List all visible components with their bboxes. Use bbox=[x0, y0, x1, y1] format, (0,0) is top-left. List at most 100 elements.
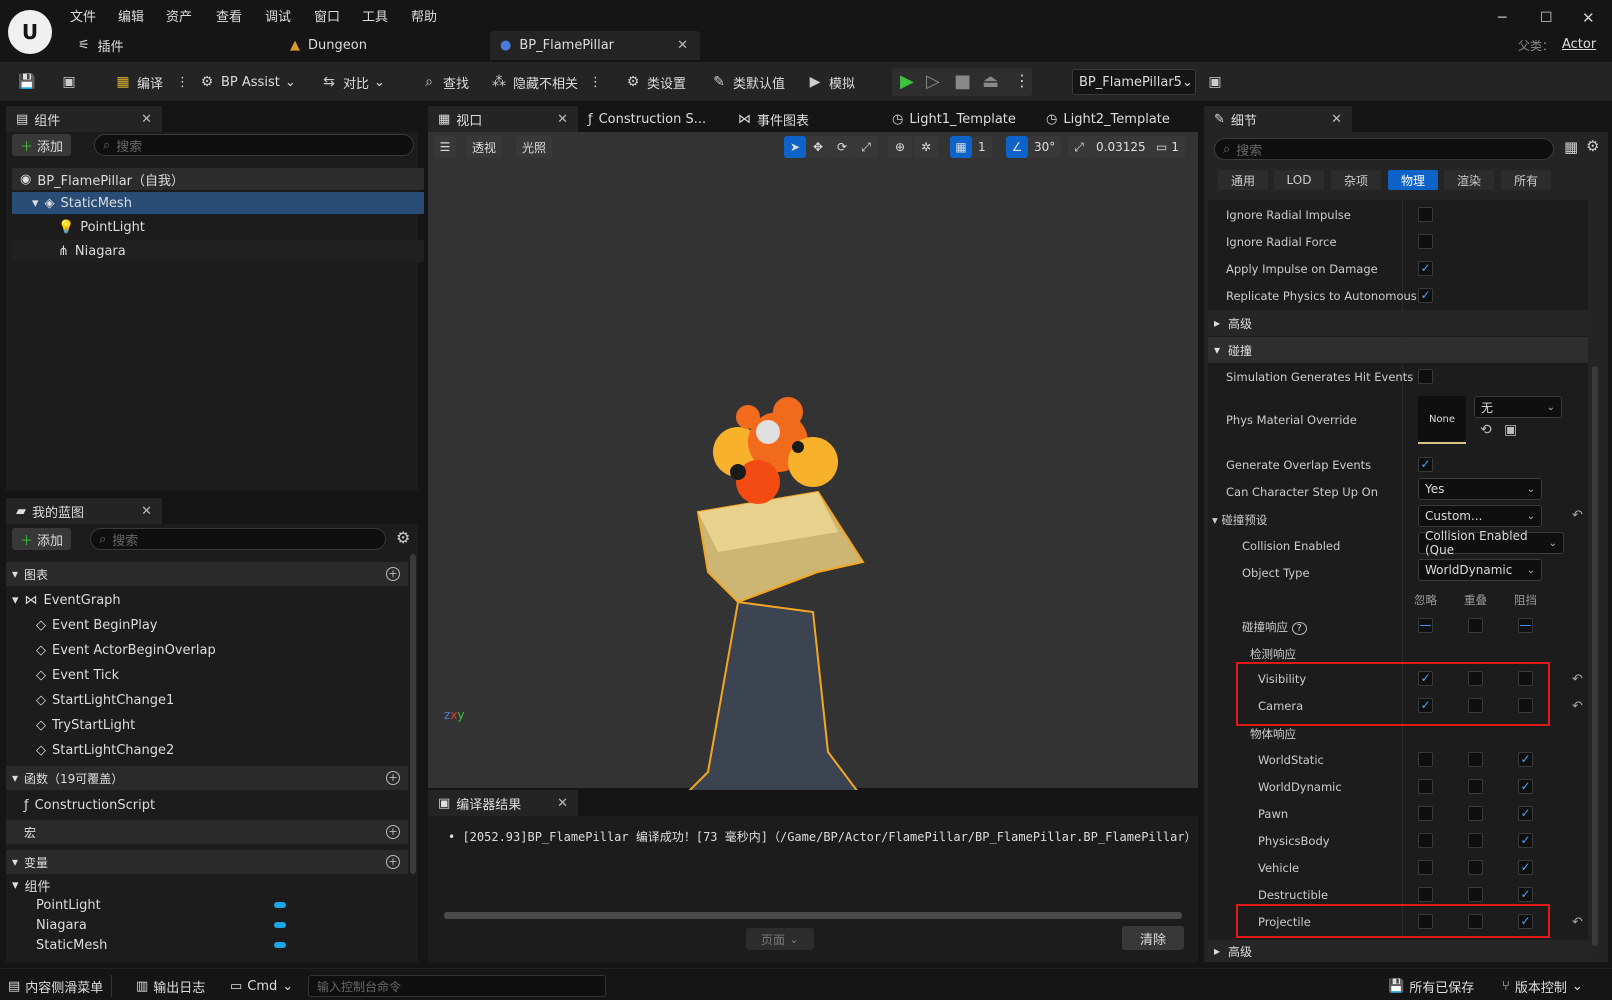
advanced-expander[interactable]: ▸ 高级 bbox=[1208, 310, 1588, 336]
step-up-select[interactable]: Yes ⌄ bbox=[1418, 478, 1542, 500]
menu-file[interactable]: 文件 bbox=[70, 6, 96, 25]
class-settings-button[interactable]: ⚙ 类设置 bbox=[624, 70, 686, 94]
page-dropdown[interactable]: 页面 ⌄ bbox=[746, 928, 814, 950]
unreal-logo[interactable]: U bbox=[8, 10, 52, 54]
scale-tool-icon[interactable]: ⤢ bbox=[854, 136, 878, 158]
property-checkbox[interactable]: ✓ bbox=[1418, 261, 1433, 276]
preset-expander[interactable]: ▾ 碰撞预设 bbox=[1212, 512, 1267, 528]
component-root[interactable]: ◉ BP_FlamePillar（自我） bbox=[12, 168, 424, 190]
rotation-snap-icon[interactable]: ∠ bbox=[1006, 136, 1028, 158]
simulate-button[interactable]: ▶ 模拟 bbox=[806, 70, 855, 94]
play-icon[interactable]: ▶ bbox=[900, 71, 914, 92]
collision-section[interactable]: ▾ 碰撞 bbox=[1208, 337, 1588, 363]
tab-compiler-results[interactable]: ▣ 编译器结果 ✕ bbox=[428, 790, 578, 816]
tab-my-blueprint[interactable]: ▰ 我的蓝图 ✕ bbox=[6, 498, 162, 524]
close-icon[interactable]: ✕ bbox=[677, 38, 688, 53]
add-icon[interactable]: + bbox=[386, 855, 400, 869]
response-ignore[interactable] bbox=[1418, 860, 1433, 875]
maximize-button[interactable]: ☐ bbox=[1540, 10, 1553, 26]
section-functions[interactable]: ▾ 函数（19可覆盖） + bbox=[6, 766, 408, 790]
response-overlap[interactable] bbox=[1468, 860, 1483, 875]
variable-item[interactable]: Niagara bbox=[36, 914, 286, 936]
browse-debug-button[interactable]: ▣ bbox=[1206, 70, 1224, 94]
response-overlap[interactable] bbox=[1468, 806, 1483, 821]
event-item[interactable]: ◇ StartLightChange2 bbox=[36, 739, 174, 761]
function-constructionscript[interactable]: ƒ ConstructionScript bbox=[24, 794, 155, 816]
rotate-tool-icon[interactable]: ⟳ bbox=[830, 136, 854, 158]
eject-icon[interactable]: ⏏ bbox=[982, 71, 999, 92]
horizontal-scrollbar[interactable] bbox=[444, 912, 1182, 919]
menu-help[interactable]: 帮助 bbox=[411, 6, 437, 25]
close-window-button[interactable]: ✕ bbox=[1582, 9, 1595, 27]
response-overlap[interactable] bbox=[1468, 833, 1483, 848]
lit-button[interactable]: 光照 bbox=[516, 136, 553, 158]
collision-enabled-select[interactable]: Collision Enabled (Que ⌄ bbox=[1418, 529, 1564, 557]
phys-material-select[interactable]: 无 ⌄ bbox=[1474, 396, 1562, 418]
grid-size-value[interactable]: 1 bbox=[972, 136, 992, 158]
graph-eventgraph[interactable]: ▾ ⋈ EventGraph bbox=[12, 589, 121, 611]
details-search-input[interactable]: ⌕ 搜索 bbox=[1214, 138, 1554, 160]
response-ignore[interactable] bbox=[1418, 806, 1433, 821]
section-variables[interactable]: ▾ 变量 + bbox=[6, 850, 408, 874]
menu-asset[interactable]: 资产 bbox=[166, 6, 192, 25]
tab-plugins[interactable]: ⚟ 插件 bbox=[68, 31, 268, 60]
category-tab[interactable]: 渲染 bbox=[1444, 170, 1494, 190]
add-icon[interactable]: + bbox=[386, 567, 400, 581]
property-checkbox[interactable] bbox=[1418, 207, 1433, 222]
event-item[interactable]: ◇ Event Tick bbox=[36, 664, 119, 686]
response-ignore[interactable] bbox=[1418, 887, 1433, 902]
close-icon[interactable]: ✕ bbox=[1331, 112, 1342, 127]
tab-event-graph[interactable]: ⋈ 事件图表 bbox=[728, 106, 882, 132]
phys-material-thumbnail[interactable]: None bbox=[1418, 396, 1466, 444]
tab-light1-template[interactable]: ◷ Light1_Template bbox=[882, 106, 1036, 132]
section-macros[interactable]: 宏 + bbox=[6, 820, 408, 844]
object-type-select[interactable]: WorldDynamic ⌄ bbox=[1418, 559, 1542, 581]
reset-icon[interactable]: ↶ bbox=[1572, 672, 1583, 687]
menu-debug[interactable]: 调试 bbox=[265, 6, 291, 25]
scale-snap-value[interactable]: 0.03125 bbox=[1090, 136, 1152, 158]
step-icon[interactable]: ▷ bbox=[926, 71, 940, 92]
response-overlap[interactable] bbox=[1468, 887, 1483, 902]
menu-edit[interactable]: 编辑 bbox=[118, 6, 144, 25]
event-item[interactable]: ◇ Event ActorBeginOverlap bbox=[36, 639, 216, 661]
category-tab[interactable]: 通用 bbox=[1218, 170, 1268, 190]
component-item-staticmesh[interactable]: ▾ ◈ StaticMesh bbox=[12, 192, 424, 214]
response-block-mixed[interactable]: — bbox=[1518, 618, 1533, 633]
tab-components[interactable]: ▤ 组件 ✕ bbox=[6, 106, 162, 132]
perspective-button[interactable]: 透视 bbox=[466, 136, 503, 158]
property-checkbox[interactable]: ✓ bbox=[1418, 288, 1433, 303]
variable-category-components[interactable]: ▾ 组件 bbox=[12, 874, 51, 896]
clear-button[interactable]: 清除 bbox=[1122, 926, 1184, 950]
response-overlap[interactable] bbox=[1468, 618, 1483, 633]
property-checkbox[interactable] bbox=[1418, 369, 1433, 384]
save-button[interactable]: 💾 bbox=[18, 70, 36, 94]
debug-object-select[interactable]: BP_FlamePillar5 ⌄ bbox=[1072, 69, 1196, 95]
output-log-button[interactable]: ▥ 输出日志 bbox=[136, 975, 205, 997]
scale-snap-icon[interactable]: ⤢ bbox=[1068, 136, 1090, 158]
variable-item[interactable]: PointLight bbox=[36, 894, 286, 916]
grid-snap-icon[interactable]: ▦ bbox=[950, 136, 972, 158]
response-overlap[interactable] bbox=[1468, 752, 1483, 767]
world-local-icon[interactable]: ⊕ bbox=[888, 136, 912, 158]
browse-button[interactable]: ▣ bbox=[60, 70, 78, 94]
tab-light2-template[interactable]: ◷ Light2_Template bbox=[1036, 106, 1186, 132]
gear-icon[interactable]: ⚙ bbox=[1586, 137, 1599, 155]
cmd-select[interactable]: ▭ Cmd ⌄ bbox=[230, 975, 293, 997]
property-checkbox[interactable] bbox=[1418, 234, 1433, 249]
response-overlap[interactable] bbox=[1468, 779, 1483, 794]
response-ignore[interactable] bbox=[1418, 779, 1433, 794]
category-tab-active[interactable]: 物理 bbox=[1388, 170, 1438, 190]
response-ignore[interactable] bbox=[1418, 833, 1433, 848]
surface-snap-icon[interactable]: ✲ bbox=[914, 136, 938, 158]
class-defaults-button[interactable]: ✎ 类默认值 bbox=[710, 70, 785, 94]
response-ignore[interactable] bbox=[1418, 752, 1433, 767]
parent-class-link[interactable]: Actor bbox=[1562, 37, 1596, 52]
response-block[interactable]: ✓ bbox=[1518, 779, 1533, 794]
section-graphs[interactable]: ▾ 图表 + bbox=[6, 562, 408, 586]
use-selected-icon[interactable]: ⟲ bbox=[1480, 422, 1492, 438]
close-icon[interactable]: ✕ bbox=[141, 112, 152, 127]
scrollbar[interactable] bbox=[410, 554, 416, 874]
console-input[interactable]: 输入控制台命令 bbox=[308, 975, 606, 997]
reset-icon[interactable]: ↶ bbox=[1572, 699, 1583, 714]
response-block[interactable]: ✓ bbox=[1518, 806, 1533, 821]
